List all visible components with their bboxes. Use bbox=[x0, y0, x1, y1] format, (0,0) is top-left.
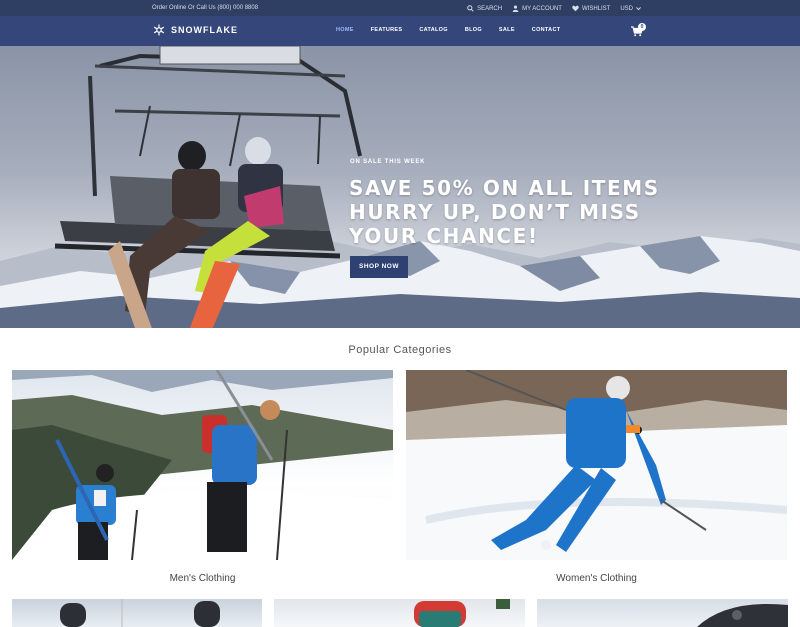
womens-category-label[interactable]: Women's Clothing bbox=[406, 573, 787, 584]
wishlist-link[interactable]: WISHLIST bbox=[572, 5, 610, 12]
mens-category-image bbox=[12, 370, 393, 560]
cart-count-badge: 0 bbox=[638, 23, 646, 31]
section-title: Popular Categories bbox=[348, 344, 452, 356]
hero-banner: ON SALE THIS WEEK SAVE 50% ON ALL ITEMS … bbox=[0, 46, 800, 328]
account-link[interactable]: MY ACCOUNT bbox=[512, 5, 562, 12]
brand-logo[interactable]: SNOWFLAKE bbox=[153, 24, 238, 36]
search-link[interactable]: SEARCH bbox=[467, 5, 502, 12]
logo-text: SNOWFLAKE bbox=[171, 25, 238, 35]
category-card-5[interactable] bbox=[537, 599, 788, 627]
search-icon bbox=[467, 5, 474, 12]
snowflake-icon bbox=[153, 24, 165, 36]
account-label: MY ACCOUNT bbox=[522, 5, 562, 12]
womens-category-image bbox=[406, 370, 787, 560]
nav-link-features[interactable]: FEATURES bbox=[371, 27, 403, 33]
category-card-womens[interactable] bbox=[406, 370, 787, 560]
category-card-4[interactable] bbox=[274, 599, 525, 627]
hero-eyebrow: ON SALE THIS WEEK bbox=[350, 159, 426, 165]
heart-icon bbox=[572, 5, 579, 12]
top-utility-bar: Order Online Or Call Us (800) 000 8808 S… bbox=[0, 0, 800, 16]
shop-now-button[interactable]: SHOP NOW bbox=[350, 256, 408, 278]
search-label: SEARCH bbox=[477, 5, 503, 12]
main-navbar: SNOWFLAKE HOME FEATURES CATALOG BLOG SAL… bbox=[0, 16, 800, 46]
hero-headline-line-1: SAVE 50% ON ALL ITEMS bbox=[349, 176, 660, 200]
nav-link-catalog[interactable]: CATALOG bbox=[419, 27, 447, 33]
mens-category-label[interactable]: Men's Clothing bbox=[12, 573, 393, 584]
nav-link-contact[interactable]: CONTACT bbox=[532, 27, 561, 33]
currency-select[interactable]: USD bbox=[620, 5, 642, 12]
nav-link-home[interactable]: HOME bbox=[336, 27, 354, 33]
category-3-image bbox=[60, 599, 220, 627]
chevron-down-icon bbox=[636, 7, 641, 11]
nav-links: HOME FEATURES CATALOG BLOG SALE CONTACT bbox=[336, 27, 560, 33]
currency-label: USD bbox=[620, 5, 633, 12]
user-icon bbox=[512, 5, 519, 12]
hero-headline-line-2: HURRY UP, DON’T MISS bbox=[349, 200, 641, 224]
nav-link-sale[interactable]: SALE bbox=[499, 27, 515, 33]
category-4-image bbox=[414, 599, 510, 627]
category-5-image bbox=[697, 603, 788, 627]
phone-text: Order Online Or Call Us (800) 000 8808 bbox=[152, 5, 259, 11]
hero-headline-line-3: YOUR CHANCE! bbox=[349, 224, 539, 248]
category-card-mens[interactable] bbox=[12, 370, 393, 560]
utility-links: SEARCH MY ACCOUNT WISHLIST USD bbox=[467, 5, 642, 12]
category-card-3[interactable] bbox=[12, 599, 262, 627]
wishlist-label: WISHLIST bbox=[581, 5, 611, 12]
nav-link-blog[interactable]: BLOG bbox=[465, 27, 482, 33]
